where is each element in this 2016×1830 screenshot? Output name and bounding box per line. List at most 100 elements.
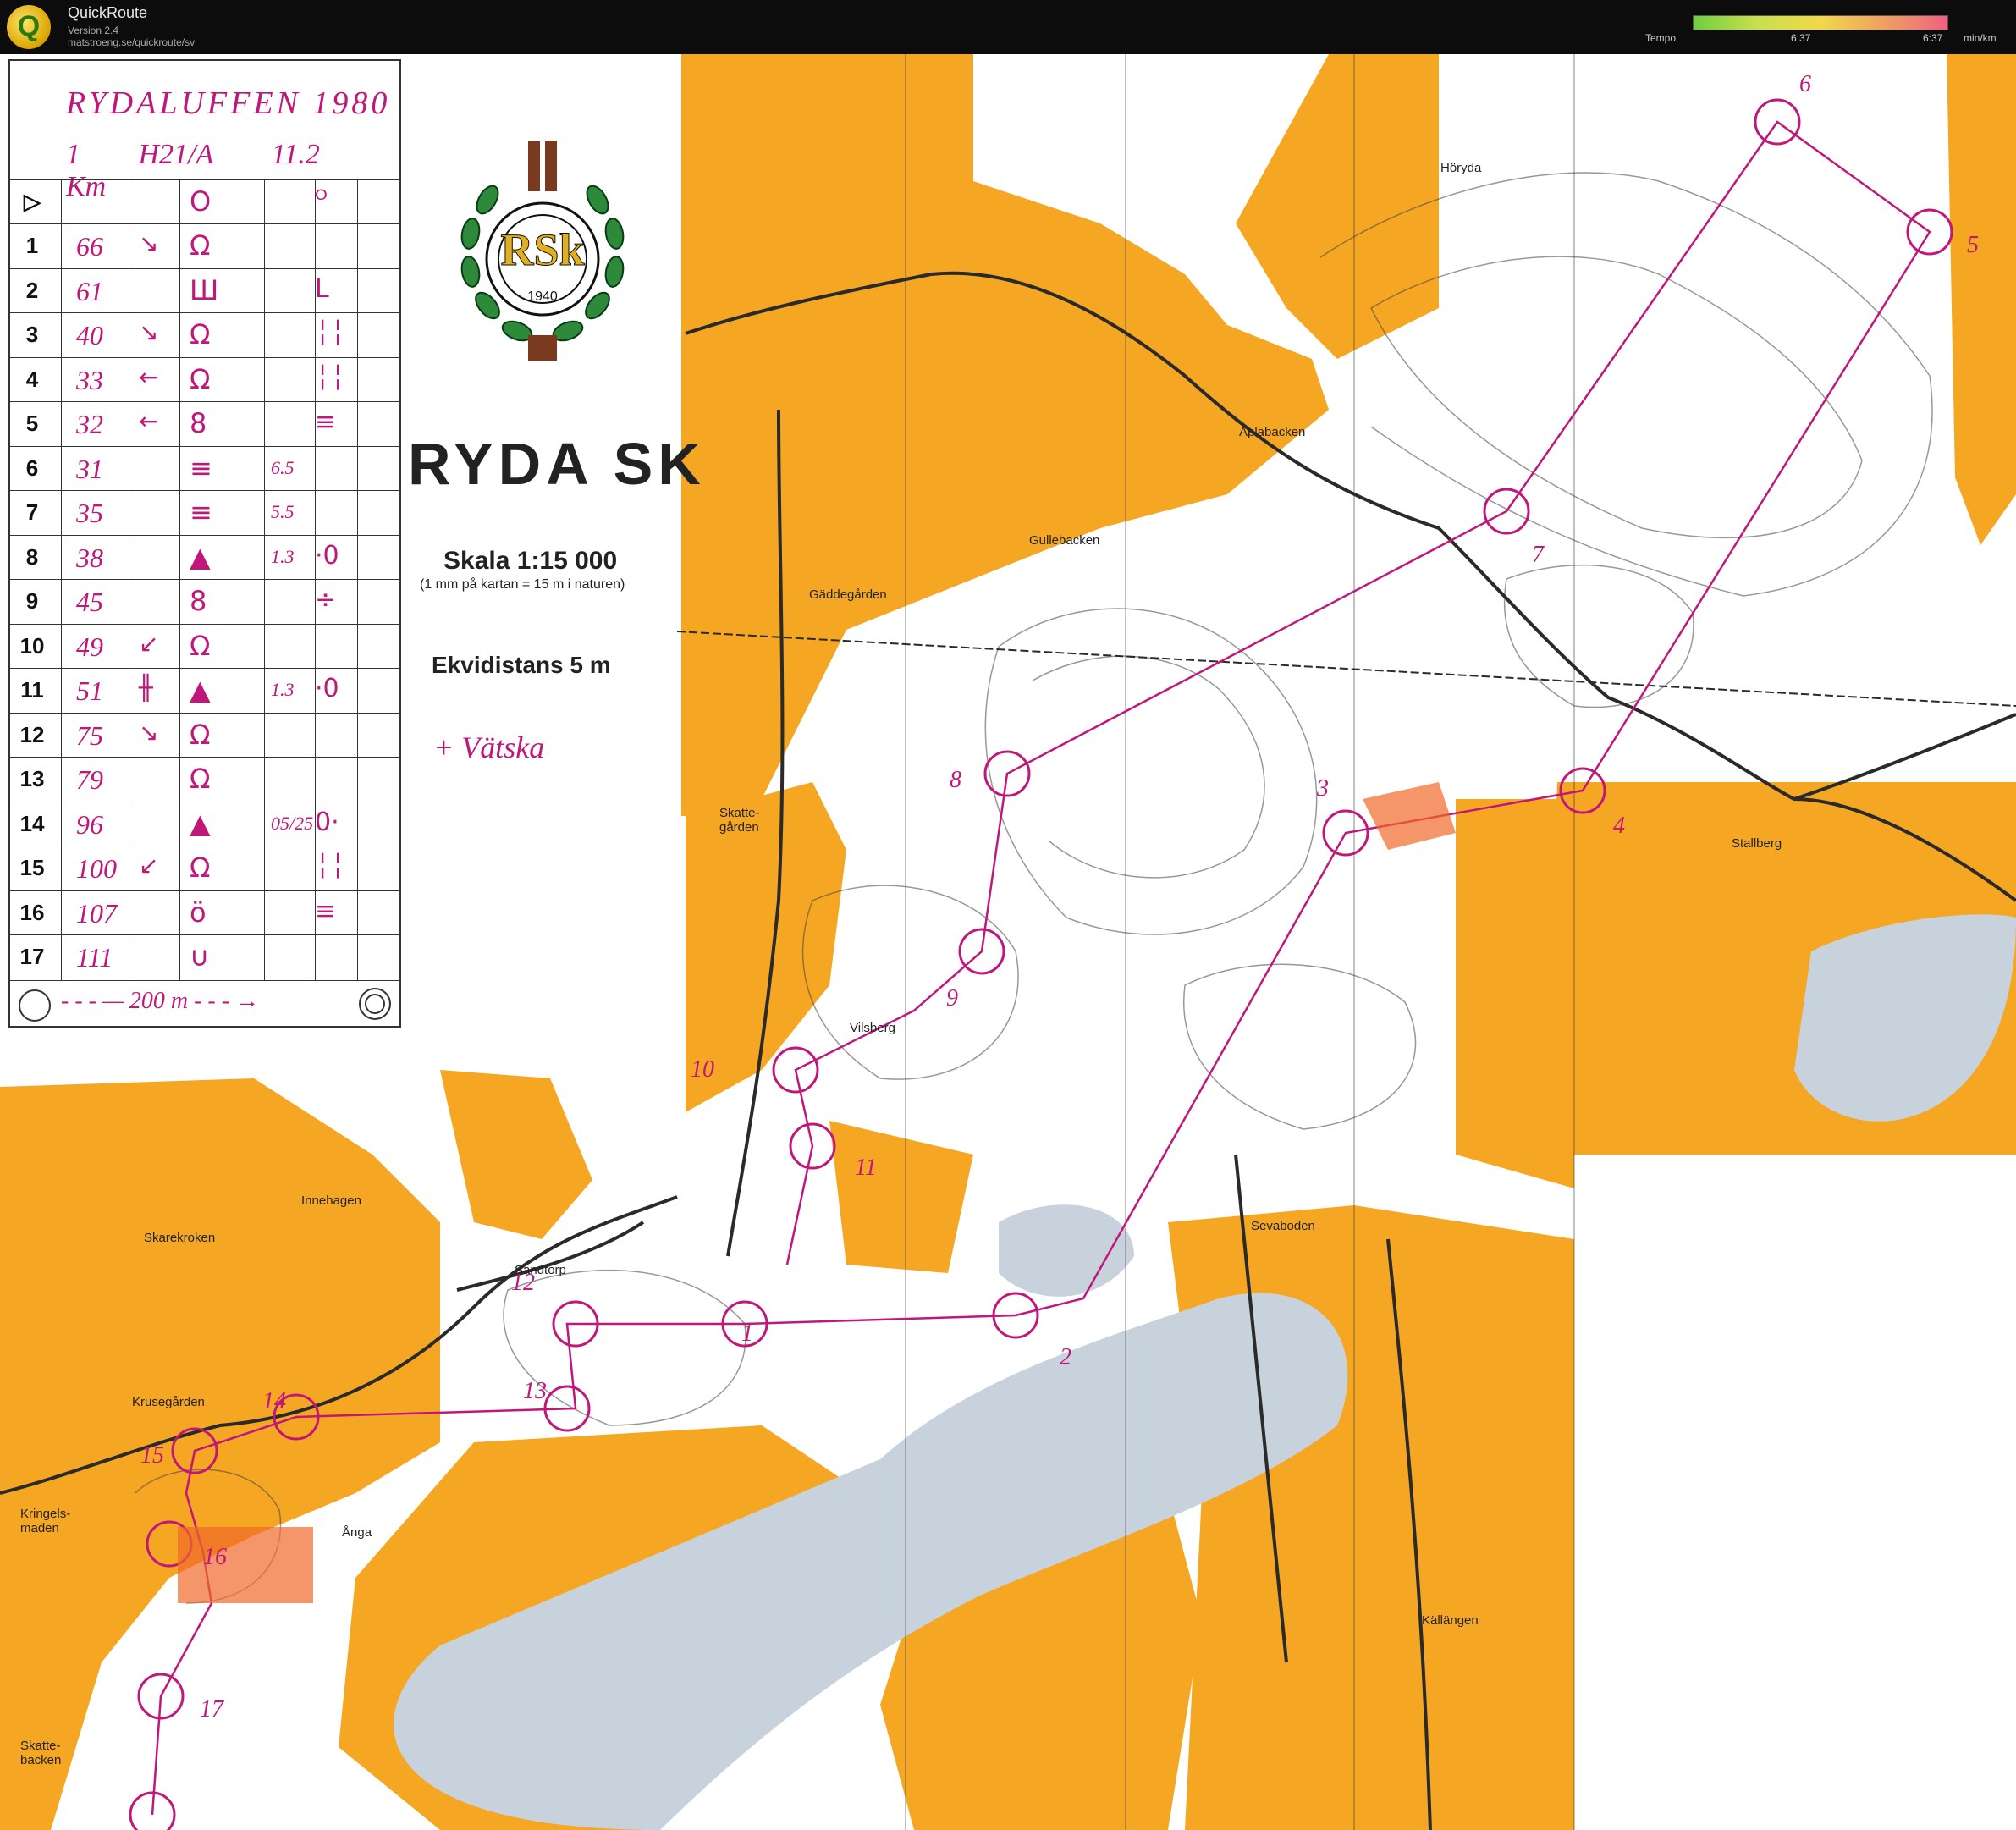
control-extra-symbol: ·0 [315, 540, 339, 570]
start-extra-symbol: ᴼ [315, 185, 328, 215]
place-name: Kringels-maden [20, 1507, 71, 1535]
control-number: 14 [19, 810, 45, 836]
card-grid-line [179, 179, 180, 980]
control-number: 1 [25, 233, 39, 258]
map-scale: Skala 1:15 000 [443, 547, 618, 575]
control-number: 3 [25, 322, 39, 347]
app-title: QuickRoute [68, 4, 148, 21]
control-row: 2 61 Ш L [10, 267, 399, 313]
control-code: 51 [76, 675, 103, 706]
card-grid-line [315, 179, 316, 980]
control-label: 7 [1532, 542, 1544, 568]
tempo-color-scale[interactable] [1693, 15, 1948, 30]
club-logo-year: 1940 [527, 289, 558, 304]
control-code: 100 [76, 853, 117, 884]
control-code: 38 [76, 542, 103, 573]
club-logo: RSk 1940 [437, 132, 648, 378]
control-row: 4 33 ← Ω ╎╎ [10, 356, 399, 402]
control-row: 16 107 ö ≡ [10, 890, 399, 935]
control-code: 35 [76, 498, 103, 528]
club-name: RYDA SK [408, 431, 706, 497]
control-label: 3 [1317, 775, 1329, 802]
tempo-unit: min/km [1964, 32, 1997, 44]
control-row: 3 40 ↘ Ω ╎╎ [10, 312, 399, 357]
finish-row: - - - — 200 m - - - → [10, 980, 399, 1027]
control-number: 17 [19, 944, 45, 969]
control-number: 12 [19, 721, 45, 747]
control-row: 12 75 ↘ Ω [10, 712, 399, 758]
quickroute-logo-icon: Q [7, 5, 51, 49]
control-number: 10 [19, 632, 45, 659]
control-code: 33 [76, 364, 103, 395]
control-extra-symbol: ÷ [315, 585, 337, 615]
control-row: 14 96 ▲ 05/25 0· [10, 801, 399, 846]
control-code: 31 [76, 453, 103, 484]
control-code: 75 [76, 719, 103, 751]
control-number: 8 [25, 543, 39, 570]
control-label: 10 [691, 1056, 714, 1083]
control-extra-symbol: ≡ [315, 407, 337, 437]
control-extra-symbol: ╎╎ [315, 852, 346, 881]
control-row: 7 35 ≡ 5.5 [10, 490, 399, 535]
event-title: RYDALUFFEN 1980 [66, 85, 391, 121]
control-extra-symbol: ╎╎ [315, 318, 346, 348]
control-extra-symbol: 0· [315, 807, 339, 837]
app-title-bar: Q QuickRoute Version 2.4 matstroeng.se/q… [0, 0, 2016, 54]
control-number: 4 [25, 366, 39, 392]
card-grid-line [61, 179, 62, 980]
control-extra-symbol: ≡ [315, 896, 337, 926]
card-grid-line [357, 179, 358, 980]
control-feature-symbol: Ω [190, 629, 211, 662]
control-number: 15 [19, 855, 45, 880]
control-number: 16 [19, 899, 45, 925]
control-feature-symbol: 8 [190, 407, 207, 439]
place-name: Aplabacken [1239, 425, 1306, 439]
place-name: Skatte-gården [719, 806, 760, 835]
control-code: 45 [76, 587, 103, 617]
control-feature-symbol: ≡ [190, 451, 212, 484]
control-direction: ↘ [139, 318, 159, 346]
control-number: 9 [25, 588, 39, 614]
control-feature-symbol: Ω [190, 362, 211, 395]
control-feature-symbol: ∪ [190, 940, 210, 973]
control-label: 4 [1613, 813, 1625, 839]
control-dimension: 05/25 [271, 812, 314, 834]
control-feature-symbol: Ω [190, 718, 211, 751]
control-feature-symbol: Ω [190, 318, 211, 350]
control-feature-symbol: Ш [190, 273, 219, 306]
control-feature-symbol: ▲ [190, 807, 211, 840]
place-name: Sevaboden [1251, 1219, 1315, 1233]
club-logo-text: RSk [500, 224, 585, 276]
control-code: 96 [76, 808, 103, 840]
place-name: Ånga [342, 1525, 372, 1540]
control-label: 16 [203, 1544, 227, 1570]
finish-circle-icon [19, 989, 51, 1022]
finish-double-circle-icon [359, 988, 391, 1020]
control-label: 11 [855, 1155, 877, 1181]
control-row: 9 45 8 ÷ [10, 579, 399, 624]
app-version: Version 2.4 [68, 25, 119, 36]
course-class-name: H21/A [138, 139, 214, 170]
control-feature-symbol: 8 [190, 585, 207, 617]
control-extra-symbol: ·0 [315, 674, 339, 703]
control-label: 6 [1799, 71, 1811, 97]
app-url[interactable]: matstroeng.se/quickroute/sv [68, 36, 195, 48]
control-row: 8 38 ▲ 1.3 ·0 [10, 534, 399, 580]
course-description-card: RYDALUFFEN 1980 1 H21/A 11.2 Km ▷ O ᴼ 16… [8, 59, 401, 1028]
tempo-max-value: 6:37 [1923, 32, 1943, 44]
course-number: 1 [66, 139, 80, 170]
place-name: Skatte-backen [20, 1739, 62, 1767]
tempo-label: Tempo [1645, 32, 1677, 44]
control-feature-symbol: ≡ [190, 496, 212, 528]
control-label: 8 [950, 767, 961, 793]
control-row: 6 31 ≡ 6.5 [10, 445, 399, 491]
control-number: 6 [25, 455, 39, 481]
control-label: 5 [1967, 232, 1979, 258]
place-name: Gullebacken [1029, 533, 1100, 548]
control-direction: ↘ [139, 229, 159, 257]
water-station-note: + Vätska [433, 730, 545, 764]
place-name: Gäddegården [809, 587, 887, 602]
control-feature-symbol: Ω [190, 763, 211, 795]
place-name: Källängen [1422, 1613, 1479, 1628]
control-label: 12 [511, 1270, 535, 1296]
